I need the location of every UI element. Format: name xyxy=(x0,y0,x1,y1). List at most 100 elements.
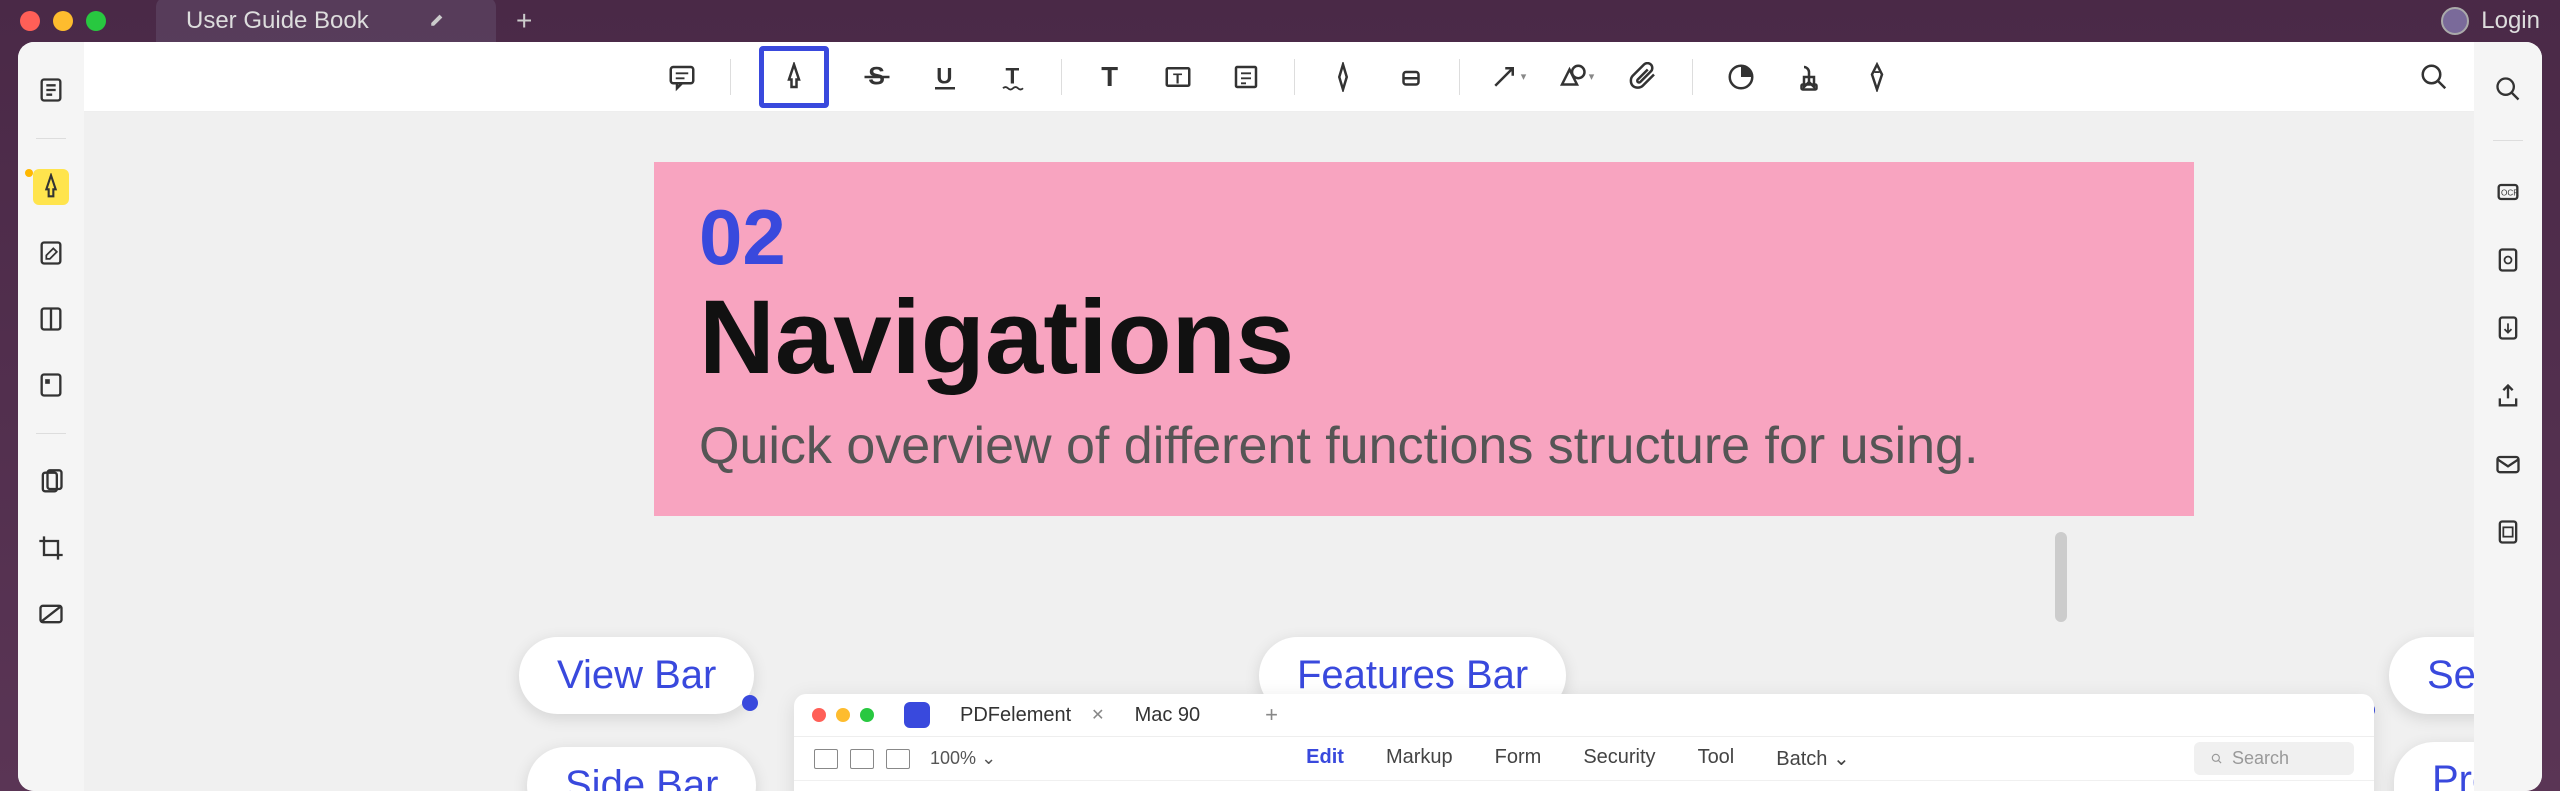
embedded-close-icon xyxy=(812,708,826,722)
top-toolbar: S U T T T xyxy=(84,42,2474,112)
embedded-menu: Edit Markup Form Security Tool Batch ⌄ xyxy=(1306,746,1850,771)
callout-search: Search xyxy=(2389,637,2474,714)
avatar-icon xyxy=(2441,7,2469,35)
section-number: 02 xyxy=(699,192,2149,283)
compare-sidebar-icon[interactable] xyxy=(33,596,69,632)
crop-sidebar-icon[interactable] xyxy=(33,530,69,566)
comment-tool-icon[interactable] xyxy=(662,57,702,97)
highlighted-section: 02 Navigations Quick overview of differe… xyxy=(654,162,2194,516)
dropdown-caret-icon: ▾ xyxy=(1521,70,1527,83)
view-mode-3-icon xyxy=(886,749,910,769)
active-indicator-dot xyxy=(25,169,33,177)
traffic-lights xyxy=(20,11,106,31)
eraser-tool-icon[interactable] xyxy=(1391,57,1431,97)
login-area[interactable]: Login xyxy=(2441,7,2540,35)
text-tool-icon[interactable]: T xyxy=(1090,57,1130,97)
squiggly-tool-icon[interactable]: T xyxy=(993,57,1033,97)
embedded-add-tab-icon: + xyxy=(1265,702,1278,728)
search-icon[interactable] xyxy=(2414,57,2454,97)
textbox-tool-icon[interactable]: T xyxy=(1158,57,1198,97)
embedded-minimize-icon xyxy=(836,708,850,722)
strikethrough-tool-icon[interactable]: S xyxy=(857,57,897,97)
pencil-icon[interactable] xyxy=(429,7,447,35)
underline-tool-icon[interactable]: U xyxy=(925,57,965,97)
svg-text:T: T xyxy=(1101,62,1118,92)
embedded-menu-edit: Edit xyxy=(1306,746,1344,771)
email-sidebar-icon[interactable] xyxy=(2491,447,2525,481)
thumbnails-icon[interactable] xyxy=(33,72,69,108)
share-sidebar-icon[interactable] xyxy=(2491,379,2525,413)
add-tab-button[interactable]: + xyxy=(516,5,532,37)
window-titlebar: User Guide Book + Login xyxy=(0,0,2560,42)
document-tab[interactable]: User Guide Book xyxy=(156,0,496,45)
embedded-view-modes xyxy=(814,749,910,769)
attachment-tool-icon[interactable] xyxy=(1624,57,1664,97)
extract-sidebar-icon[interactable] xyxy=(2491,243,2525,277)
embedded-titlebar: PDFelement ✕ Mac 90 + xyxy=(794,694,2374,736)
bookmarks-sidebar-icon[interactable] xyxy=(33,301,69,337)
callout-view-bar: View Bar xyxy=(519,637,754,714)
app-body: S U T T T xyxy=(18,42,2542,791)
section-title: Navigations xyxy=(699,278,2149,398)
dropdown-caret-icon: ⌄ xyxy=(981,748,996,768)
login-label: Login xyxy=(2481,7,2540,35)
shapes-tool-icon[interactable]: ▾ xyxy=(1556,57,1596,97)
print-sidebar-icon[interactable] xyxy=(2491,515,2525,549)
section-subtitle: Quick overview of different functions st… xyxy=(699,416,2149,476)
embedded-menu-batch: Batch ⌄ xyxy=(1776,746,1849,771)
dropdown-caret-icon: ▾ xyxy=(1589,70,1595,83)
embedded-tab-1: PDFelement xyxy=(960,704,1071,727)
signature-tool-icon[interactable] xyxy=(1789,57,1829,97)
embedded-menu-security: Security xyxy=(1583,746,1655,771)
tab-title: User Guide Book xyxy=(186,7,369,35)
arrow-tool-icon[interactable]: ▾ xyxy=(1488,57,1528,97)
note-tool-icon[interactable] xyxy=(1226,57,1266,97)
highlight-sidebar-wrapper xyxy=(33,169,69,205)
embedded-tab-close-icon: ✕ xyxy=(1091,705,1104,725)
redact-tool-icon[interactable] xyxy=(1857,57,1897,97)
embedded-tab-2: Mac 90 xyxy=(1135,704,1201,727)
embedded-search-placeholder: Search xyxy=(2232,748,2289,769)
view-mode-2-icon xyxy=(850,749,874,769)
embedded-screenshot: PDFelement ✕ Mac 90 + 100% ⌄ Edi xyxy=(794,694,2374,791)
search-sidebar-icon[interactable] xyxy=(2491,72,2525,106)
attachments-sidebar-icon[interactable] xyxy=(33,464,69,500)
convert-sidebar-icon[interactable] xyxy=(2491,311,2525,345)
ocr-sidebar-icon[interactable]: OCR xyxy=(2491,175,2525,209)
svg-text:T: T xyxy=(1005,63,1019,88)
left-sidebar xyxy=(18,42,84,791)
embedded-subtools: T Text Image Link xyxy=(794,780,2374,791)
callout-dot xyxy=(742,695,758,711)
form-sidebar-icon[interactable] xyxy=(33,367,69,403)
svg-text:T: T xyxy=(1173,70,1182,87)
edit-sidebar-icon[interactable] xyxy=(33,235,69,271)
dropdown-caret-icon: ⌄ xyxy=(1833,748,1850,770)
embedded-toolbar: 100% ⌄ Edit Markup Form Security Tool Ba… xyxy=(794,736,2374,780)
embedded-app-logo xyxy=(904,702,930,728)
svg-text:U: U xyxy=(936,63,952,88)
right-sidebar: OCR xyxy=(2474,42,2542,791)
embedded-menu-form: Form xyxy=(1495,746,1542,771)
callout-side-bar: Side Bar xyxy=(527,747,756,791)
highlight-sidebar-icon[interactable] xyxy=(33,169,69,205)
stamp-tool-icon[interactable] xyxy=(1721,57,1761,97)
search-icon xyxy=(2210,752,2224,766)
document-page: 02 Navigations Quick overview of differe… xyxy=(489,162,2069,791)
embedded-search-field: Search xyxy=(2194,742,2354,775)
minimize-window-button[interactable] xyxy=(53,11,73,31)
embedded-maximize-icon xyxy=(860,708,874,722)
embedded-menu-markup: Markup xyxy=(1386,746,1453,771)
document-canvas[interactable]: 02 Navigations Quick overview of differe… xyxy=(84,112,2474,791)
scrollbar-thumb[interactable] xyxy=(2055,532,2067,622)
highlight-tool-icon[interactable] xyxy=(759,46,829,108)
maximize-window-button[interactable] xyxy=(86,11,106,31)
pencil-tool-icon[interactable] xyxy=(1323,57,1363,97)
embedded-menu-tool: Tool xyxy=(1698,746,1735,771)
view-mode-1-icon xyxy=(814,749,838,769)
tab-bar: User Guide Book + xyxy=(156,0,532,45)
main-area: S U T T T xyxy=(84,42,2474,791)
svg-text:OCR: OCR xyxy=(2501,189,2519,198)
embedded-zoom: 100% ⌄ xyxy=(930,748,996,769)
close-window-button[interactable] xyxy=(20,11,40,31)
callout-property-panel: Property Panel xyxy=(2394,742,2474,791)
